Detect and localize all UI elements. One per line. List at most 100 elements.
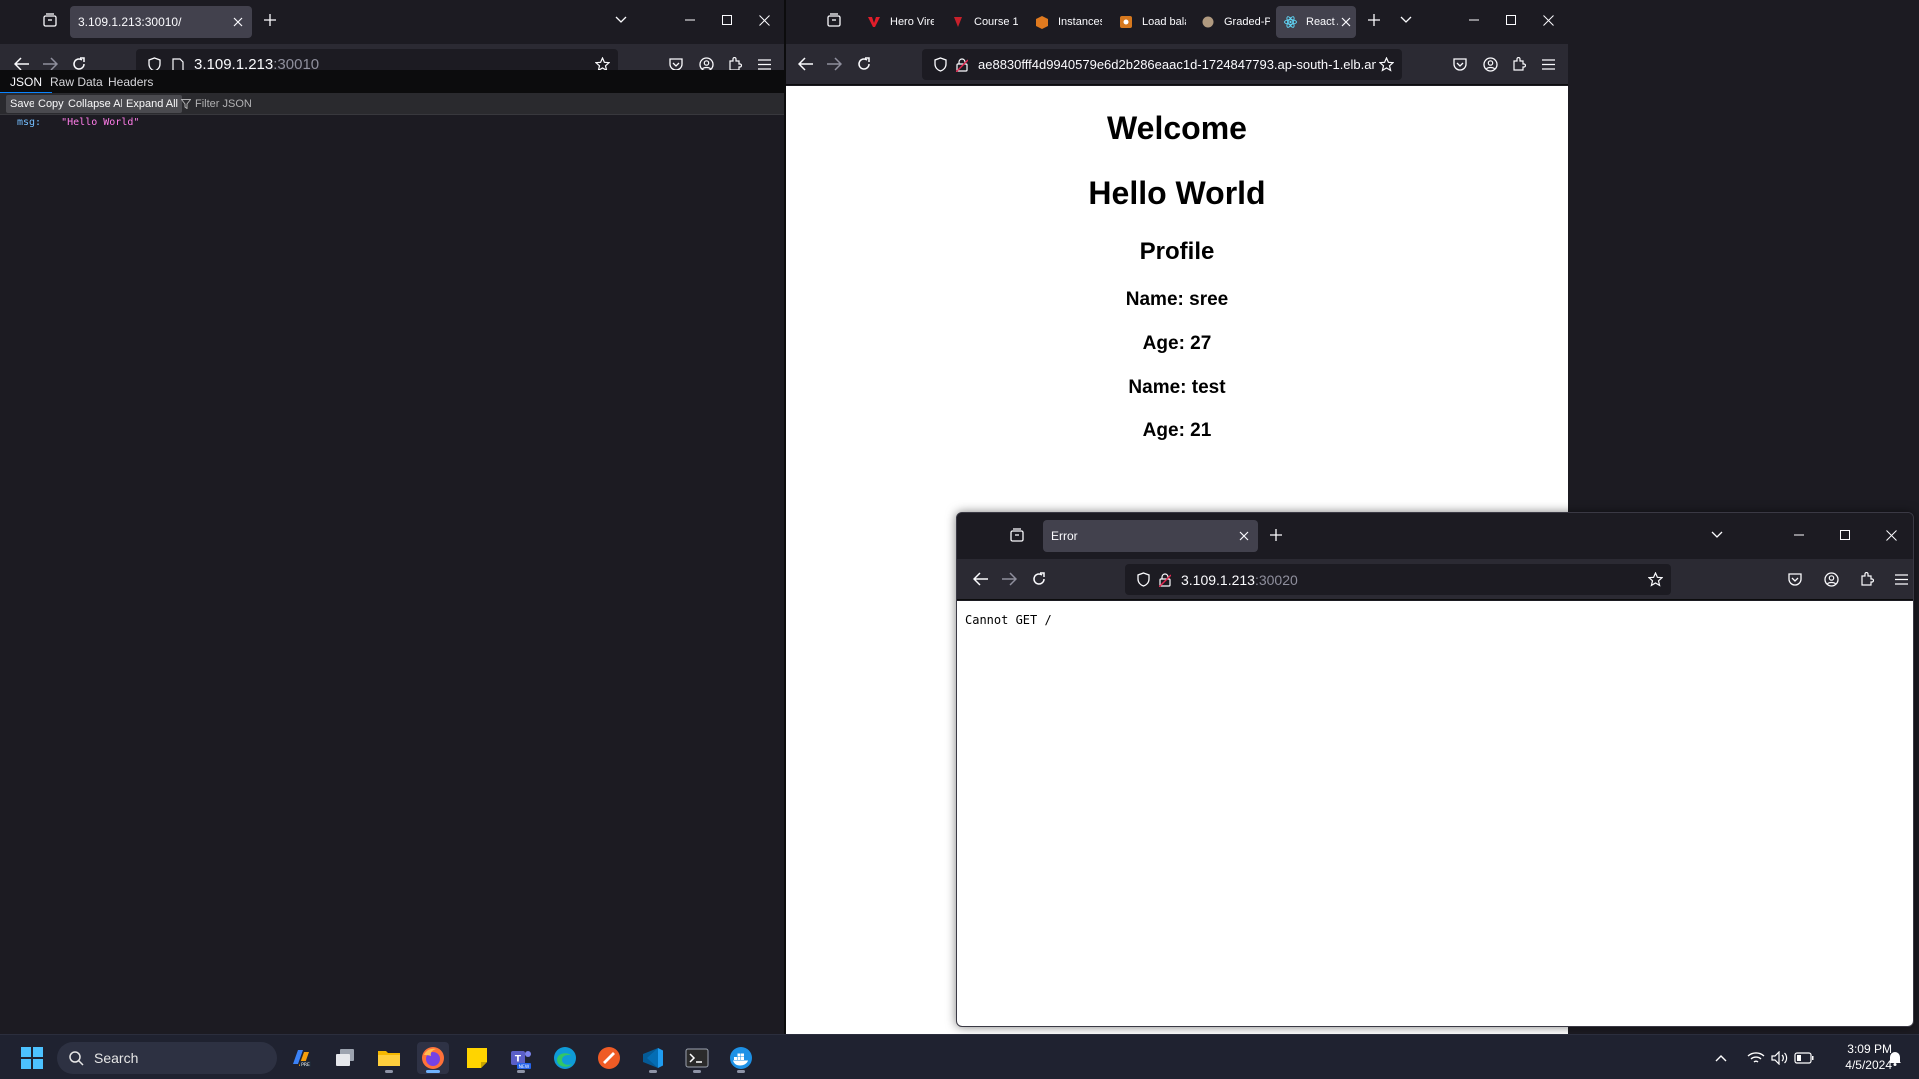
new-tab-icon[interactable] xyxy=(1362,8,1386,32)
tab-headers[interactable]: Headers xyxy=(98,70,163,94)
maximize-icon[interactable] xyxy=(715,8,739,32)
terminal-icon[interactable] xyxy=(681,1042,713,1074)
tab-active[interactable]: 3.109.1.213:30010/ xyxy=(70,6,252,38)
course-favicon xyxy=(950,14,966,30)
taskbar-search[interactable]: Search xyxy=(57,1042,277,1074)
hero-vired-favicon xyxy=(866,14,882,30)
svg-text:PRE: PRE xyxy=(301,1062,310,1068)
new-tab-icon[interactable] xyxy=(1264,523,1288,547)
new-tab-icon[interactable] xyxy=(258,8,282,32)
tab-graded-project[interactable]: Graded-Pro xyxy=(1196,6,1270,38)
close-window-icon[interactable] xyxy=(1536,8,1560,32)
profile-name: Name: sree xyxy=(1125,289,1229,310)
tab-active[interactable]: Error xyxy=(1043,520,1258,552)
back-icon[interactable] xyxy=(969,567,993,591)
collapse-all-button[interactable]: Collapse All xyxy=(64,95,130,113)
volume-icon[interactable] xyxy=(1767,1042,1793,1074)
vscode-icon[interactable] xyxy=(637,1042,669,1074)
minimize-icon[interactable] xyxy=(1787,523,1811,547)
profile-age: Age: 21 xyxy=(1142,420,1212,441)
account-icon[interactable] xyxy=(1819,567,1843,591)
tab-course[interactable]: Course 12 xyxy=(946,6,1018,38)
profile-age: Age: 27 xyxy=(1142,333,1212,354)
windows-taskbar: Search PRE T NEW 3:09 PM 4/5/2024 xyxy=(0,1034,1919,1079)
tab-overview-icon[interactable] xyxy=(38,8,62,32)
tab-hero-vired[interactable]: Hero Vired xyxy=(862,6,934,38)
error-message: Cannot GET / xyxy=(965,613,1052,627)
bookmark-star-icon[interactable] xyxy=(1645,569,1665,589)
running-indicator xyxy=(517,1070,525,1073)
start-button[interactable] xyxy=(16,1042,48,1074)
file-explorer-icon[interactable] xyxy=(373,1042,405,1074)
close-window-icon[interactable] xyxy=(1879,523,1903,547)
reload-icon[interactable] xyxy=(852,52,876,76)
extensions-icon[interactable] xyxy=(1855,567,1879,591)
active-indicator xyxy=(426,1070,440,1073)
tab-bar: Hero Vired Course 12 Instances | Load ba… xyxy=(786,0,1568,44)
edge-icon[interactable] xyxy=(549,1042,581,1074)
json-content: msg: "Hello World" xyxy=(0,116,784,1034)
tab-load-balancer[interactable]: Load balan xyxy=(1114,6,1186,38)
shield-icon[interactable] xyxy=(1133,570,1153,590)
list-tabs-icon[interactable] xyxy=(1394,8,1418,32)
forward-icon[interactable] xyxy=(822,52,846,76)
menu-icon[interactable] xyxy=(1536,52,1560,76)
close-tab-icon[interactable] xyxy=(1234,526,1254,546)
tab-title: Graded-Pro xyxy=(1224,16,1270,28)
firefox-icon[interactable] xyxy=(417,1042,449,1074)
running-indicator xyxy=(737,1070,745,1073)
url-text: 3.109.1.213:30020 xyxy=(1181,572,1298,588)
account-icon[interactable] xyxy=(1478,52,1502,76)
load-balancer-favicon xyxy=(1118,14,1134,30)
minimize-icon[interactable] xyxy=(1462,8,1486,32)
url-bar[interactable]: ae8830fff4d9940579e6d2b286eaac1d-1724847… xyxy=(922,49,1402,80)
docker-icon[interactable] xyxy=(725,1042,757,1074)
filter-icon xyxy=(180,98,192,110)
expand-all-button[interactable]: Expand All xyxy=(122,95,182,113)
sticky-notes-icon[interactable] xyxy=(461,1042,493,1074)
copy-button[interactable]: Copy xyxy=(34,95,68,113)
svg-text:NEW: NEW xyxy=(519,1064,530,1070)
tab-title: Error xyxy=(1051,529,1078,543)
tab-title: React Ap xyxy=(1306,16,1338,28)
pocket-icon[interactable] xyxy=(1783,567,1807,591)
minimize-icon[interactable] xyxy=(678,8,702,32)
tab-bar: Error xyxy=(957,513,1913,559)
reload-icon[interactable] xyxy=(1027,567,1051,591)
notification-bell-icon[interactable] xyxy=(1882,1042,1908,1074)
not-secure-lock-icon[interactable] xyxy=(1155,570,1175,590)
react-favicon xyxy=(1282,14,1298,30)
close-window-icon[interactable] xyxy=(752,8,776,32)
postman-icon[interactable] xyxy=(593,1042,625,1074)
nav-bar: 3.109.1.213:30020 xyxy=(957,559,1913,600)
tab-instances[interactable]: Instances | xyxy=(1030,6,1102,38)
close-tab-icon[interactable] xyxy=(1338,14,1354,30)
graded-favicon xyxy=(1200,14,1216,30)
list-tabs-icon[interactable] xyxy=(609,8,633,32)
list-tabs-icon[interactable] xyxy=(1705,523,1729,547)
task-view-icon[interactable] xyxy=(329,1042,361,1074)
pocket-icon[interactable] xyxy=(1448,52,1472,76)
tab-react-app[interactable]: React Ap xyxy=(1276,6,1356,38)
filter-json-input[interactable]: Filter JSON xyxy=(180,95,252,113)
not-secure-lock-icon[interactable] xyxy=(952,55,972,75)
extensions-icon[interactable] xyxy=(1507,52,1531,76)
menu-icon[interactable] xyxy=(1889,567,1913,591)
running-indicator xyxy=(693,1070,701,1073)
url-bar[interactable]: 3.109.1.213:30020 xyxy=(1125,564,1671,595)
tab-overview-icon[interactable] xyxy=(1005,523,1029,547)
maximize-icon[interactable] xyxy=(1833,523,1857,547)
back-icon[interactable] xyxy=(794,52,818,76)
bookmark-star-icon[interactable] xyxy=(1376,54,1396,74)
tab-title: Hero Vired xyxy=(890,16,934,28)
copilot-icon[interactable]: PRE xyxy=(285,1042,317,1074)
maximize-icon[interactable] xyxy=(1499,8,1523,32)
shield-icon[interactable] xyxy=(930,55,950,75)
teams-icon[interactable]: T NEW xyxy=(505,1042,537,1074)
tab-overview-icon[interactable] xyxy=(822,8,846,32)
close-tab-icon[interactable] xyxy=(228,12,248,32)
battery-icon[interactable] xyxy=(1791,1042,1817,1074)
forward-icon[interactable] xyxy=(997,567,1021,591)
show-hidden-icons[interactable] xyxy=(1708,1042,1734,1074)
wifi-icon[interactable] xyxy=(1743,1042,1769,1074)
